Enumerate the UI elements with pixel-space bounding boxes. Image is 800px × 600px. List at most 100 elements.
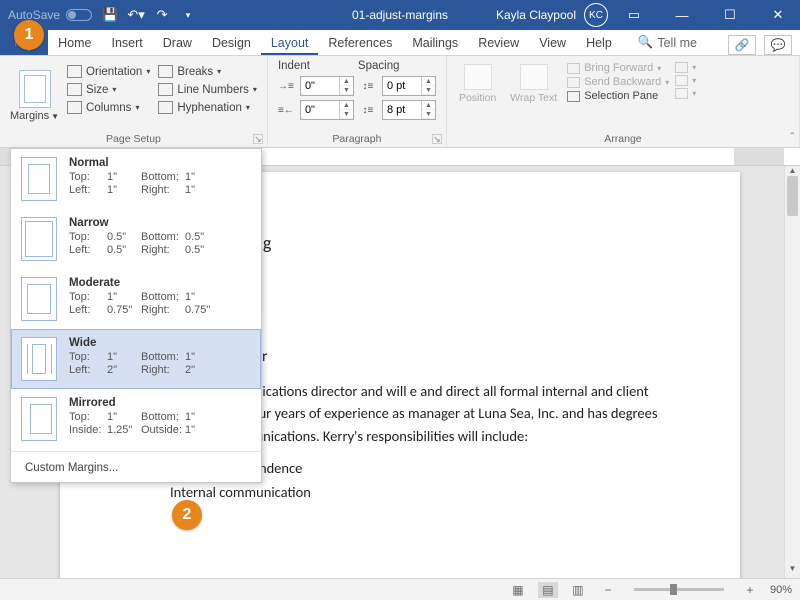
user-name[interactable]: Kayla Claypool xyxy=(496,8,576,22)
web-layout-icon[interactable]: ▥ xyxy=(568,582,588,598)
zoom-slider[interactable] xyxy=(634,588,724,591)
orientation-button[interactable]: Orientation▾ xyxy=(65,64,152,79)
margins-option-normal[interactable]: Normal Top:1"Bottom:1" Left:1"Right:1" xyxy=(11,149,261,209)
tab-home[interactable]: Home xyxy=(48,32,101,55)
zoom-in-button[interactable]: + xyxy=(740,582,760,598)
margins-option-wide[interactable]: Wide Top:1"Bottom:1" Left:2"Right:2" xyxy=(11,329,261,389)
margins-moderate-icon xyxy=(21,277,57,321)
callout-2: 2 xyxy=(172,500,202,530)
tab-review[interactable]: Review xyxy=(468,32,529,55)
page-setup-launcher[interactable]: ↘ xyxy=(253,134,263,144)
scroll-thumb[interactable] xyxy=(787,176,798,216)
tab-insert[interactable]: Insert xyxy=(102,32,153,55)
indent-right-input[interactable]: ▲▼ xyxy=(300,100,354,120)
tab-references[interactable]: References xyxy=(318,32,402,55)
send-backward-button: Send Backward ▾ xyxy=(567,76,669,88)
ribbon-options-icon[interactable]: ▭ xyxy=(612,0,656,30)
space-before-input[interactable]: ▲▼ xyxy=(382,76,436,96)
zoom-out-button[interactable]: − xyxy=(598,582,618,598)
margins-option-moderate[interactable]: Moderate Top:1"Bottom:1" Left:0.75"Right… xyxy=(11,269,261,329)
rotate-icon xyxy=(675,88,688,99)
line-numbers-button[interactable]: Line Numbers▾ xyxy=(156,82,259,97)
margins-button[interactable]: Margins▼ xyxy=(8,60,61,132)
tab-help[interactable]: Help xyxy=(576,32,622,55)
status-bar: ▦ ▤ ▥ − + 90% xyxy=(0,578,800,600)
tab-view[interactable]: View xyxy=(529,32,576,55)
space-after-icon: ↕≡ xyxy=(360,103,376,117)
maximize-button[interactable]: ☐ xyxy=(708,0,752,30)
save-icon[interactable]: 💾 xyxy=(102,7,118,23)
share-icon: 🔗 xyxy=(735,38,750,52)
hyphenation-button[interactable]: Hyphenation▾ xyxy=(156,100,259,115)
custom-margins-item[interactable]: Custom Margins... xyxy=(11,454,261,482)
document-title: 01-adjust-margins xyxy=(352,8,448,22)
breaks-button[interactable]: Breaks▾ xyxy=(156,64,259,79)
chevron-down-icon: ▼ xyxy=(51,112,59,121)
margins-option-mirrored[interactable]: Mirrored Top:1"Bottom:1" Inside:1.25"Out… xyxy=(11,389,261,449)
autosave-toggle[interactable] xyxy=(66,9,92,21)
indent-header: Indent xyxy=(278,60,310,72)
columns-icon xyxy=(67,101,82,114)
undo-icon[interactable]: ↶▾ xyxy=(128,7,144,23)
orientation-icon xyxy=(67,65,82,78)
user-avatar[interactable]: KC xyxy=(584,3,608,27)
read-mode-icon[interactable]: ▦ xyxy=(508,582,528,598)
align-button: ▾ xyxy=(675,62,696,73)
send-backward-icon xyxy=(567,77,580,88)
margins-option-narrow[interactable]: Narrow Top:0.5"Bottom:0.5" Left:0.5"Righ… xyxy=(11,209,261,269)
titlebar: AutoSave 💾 ↶▾ ↷ ▾ 01-adjust-margins Kayl… xyxy=(0,0,800,30)
margins-mirrored-icon xyxy=(21,397,57,441)
comment-icon: 💬 xyxy=(771,38,786,52)
margins-wide-icon xyxy=(21,337,57,381)
ribbon: Margins▼ Orientation▾ Size▾ Columns▾ Bre… xyxy=(0,56,800,148)
margins-dropdown: Normal Top:1"Bottom:1" Left:1"Right:1" N… xyxy=(10,148,262,483)
rotate-button: ▾ xyxy=(675,88,696,99)
size-icon xyxy=(67,83,82,96)
tab-draw[interactable]: Draw xyxy=(153,32,202,55)
arrange-label: Arrange xyxy=(447,133,799,145)
close-button[interactable]: ✕ xyxy=(756,0,800,30)
paragraph-launcher[interactable]: ↘ xyxy=(432,134,442,144)
doc-list-item[interactable]: Internal communication xyxy=(170,481,660,504)
line-numbers-icon xyxy=(158,83,173,96)
ribbon-tabs: File Home Insert Draw Design Layout Refe… xyxy=(0,30,800,56)
indent-right-icon: ≡← xyxy=(278,103,294,117)
zoom-level[interactable]: 90% xyxy=(770,584,792,596)
spacing-header: Spacing xyxy=(358,60,400,72)
collapse-ribbon-button[interactable]: ˆ xyxy=(791,132,794,143)
dropdown-separator xyxy=(11,451,261,452)
qat-customize-icon[interactable]: ▾ xyxy=(180,7,196,23)
group-button: ▾ xyxy=(675,75,696,86)
indent-left-icon: →≡ xyxy=(278,79,294,93)
breaks-icon xyxy=(158,65,173,78)
comments-button[interactable]: 💬 xyxy=(764,35,792,55)
wrap-text-button: Wrap Text xyxy=(506,62,561,106)
print-layout-icon[interactable]: ▤ xyxy=(538,582,558,598)
margins-narrow-icon xyxy=(21,217,57,261)
tab-design[interactable]: Design xyxy=(202,32,261,55)
quick-access-toolbar: 💾 ↶▾ ↷ ▾ xyxy=(102,7,196,23)
redo-icon[interactable]: ↷ xyxy=(154,7,170,23)
indent-left-input[interactable]: ▲▼ xyxy=(300,76,354,96)
tab-layout[interactable]: Layout xyxy=(261,32,319,55)
callout-1: 1 xyxy=(14,20,44,50)
align-icon xyxy=(675,62,688,73)
space-after-input[interactable]: ▲▼ xyxy=(382,100,436,120)
scroll-down-icon[interactable]: ▼ xyxy=(785,564,800,578)
position-icon xyxy=(464,64,492,90)
vertical-scrollbar[interactable]: ▲ ▼ xyxy=(784,166,800,578)
columns-button[interactable]: Columns▾ xyxy=(65,100,152,115)
minimize-button[interactable]: — xyxy=(660,0,704,30)
tell-me-search[interactable]: 🔍Tell me xyxy=(628,31,707,55)
position-button: Position xyxy=(455,62,500,106)
bring-forward-icon xyxy=(567,63,580,74)
selection-pane-button[interactable]: Selection Pane xyxy=(567,90,669,102)
share-button[interactable]: 🔗 xyxy=(728,35,756,55)
page-setup-label: Page Setup xyxy=(0,133,267,145)
wrap-icon xyxy=(520,64,548,90)
bring-forward-button: Bring Forward ▾ xyxy=(567,62,669,74)
selection-pane-icon xyxy=(567,91,580,102)
tab-mailings[interactable]: Mailings xyxy=(402,32,468,55)
paragraph-label: Paragraph xyxy=(268,133,446,145)
size-button[interactable]: Size▾ xyxy=(65,82,152,97)
